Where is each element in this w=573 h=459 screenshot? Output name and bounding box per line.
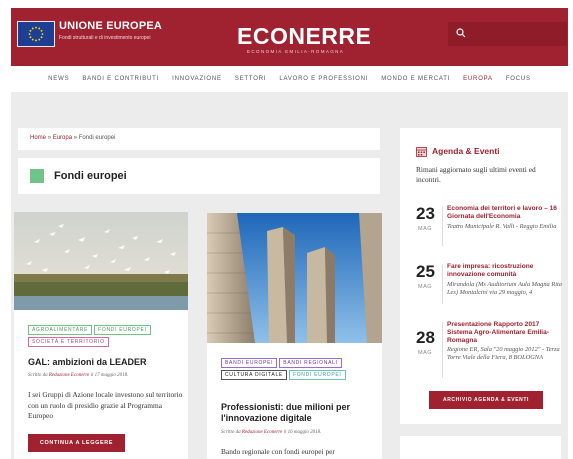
nav-item-innovazione[interactable]: INNOVAZIONE	[172, 76, 222, 82]
event-place: Mirandola (Ms Auditorium Aula Magna Rita…	[447, 281, 562, 296]
article-meta-prefix: Scritto da	[221, 430, 241, 435]
calendar-icon	[416, 147, 427, 157]
event-day: 23	[416, 204, 435, 223]
page-heading: Fondi europei	[18, 158, 380, 194]
article-author[interactable]: Redazione Econerre	[242, 430, 283, 435]
breadcrumb-separator: »	[73, 135, 78, 141]
event-title[interactable]: Fare impresa: ricostruzione innovazione …	[447, 263, 565, 279]
eu-flag-icon	[17, 21, 55, 47]
article-title[interactable]: GAL: ambizioni da LEADER	[28, 357, 178, 368]
search-icon[interactable]	[456, 28, 466, 38]
nav-item-mondo[interactable]: MONDO E MERCATI	[381, 76, 450, 82]
tag-link[interactable]: BANDI EUROPEI	[221, 358, 278, 368]
breadcrumb-current: Fondi europei	[78, 135, 116, 141]
event-title[interactable]: Presentazione Rapporto 2017 Sistema Agro…	[447, 321, 565, 345]
article-image[interactable]	[207, 213, 382, 343]
article-card: AGROALIMENTARE FONDI EUROPEI SOCIETÀ E T…	[14, 212, 188, 459]
article-author[interactable]: Redazione Econerre	[49, 373, 90, 378]
event-title[interactable]: Economia dei territori e lavoro – 16 Gio…	[447, 205, 565, 221]
event-divider	[442, 322, 443, 378]
agenda-title: Agenda & Eventi	[432, 146, 500, 156]
article-tags: AGROALIMENTARE FONDI EUROPEI SOCIETÀ E T…	[28, 325, 184, 347]
event-day: 28	[416, 328, 435, 347]
article-image[interactable]	[14, 212, 188, 310]
article-meta-prefix: Scritto da	[28, 373, 48, 378]
category-square-icon	[30, 169, 44, 183]
nav-item-news[interactable]: NEWS	[48, 76, 69, 82]
event-divider	[442, 206, 443, 246]
breadcrumb-separator: »	[47, 135, 52, 141]
eu-title: UNIONE EUROPEA	[59, 20, 163, 32]
page-title: Fondi europei	[54, 170, 127, 182]
event-month: MAG	[418, 350, 433, 356]
tag-link[interactable]: CULTURA DIGITALE	[221, 370, 287, 380]
nav-item-focus[interactable]: FOCUS	[506, 76, 531, 82]
search-input[interactable]	[448, 22, 567, 46]
eu-subtitle: Fondi strutturali e di investimento euro…	[59, 35, 151, 41]
event-item[interactable]: 28 MAG Presentazione Rapporto 2017 Siste…	[416, 320, 560, 380]
main-nav: NEWS BANDI E CONTRIBUTI INNOVAZIONE SETT…	[11, 66, 568, 92]
tag-link[interactable]: SOCIETÀ E TERRITORIO	[28, 337, 109, 347]
article-date: il 16 maggio 2018.	[283, 430, 322, 435]
event-place: Teatro Municipale R. Valli - Reggio Emil…	[447, 223, 557, 230]
site-header: UNIONE EUROPEA Fondi strutturali e di in…	[11, 8, 568, 66]
event-place: Regione ER, Sala "20 maggio 2012" - Terz…	[447, 346, 560, 361]
article-tags: BANDI EUROPEI BANDI REGIONALI CULTURA DI…	[221, 358, 371, 380]
agenda-intro: Rimani aggiornato sugli ultimi eventi ed…	[416, 165, 536, 184]
article-meta: Scritto da Redazione Econerre il 16 magg…	[221, 430, 381, 435]
event-month: MAG	[418, 226, 433, 232]
event-divider	[442, 264, 443, 304]
tag-link[interactable]: FONDI EUROPEI	[288, 370, 346, 380]
article-meta: Scritto da Redazione Econerre il 17 magg…	[28, 373, 188, 378]
nav-item-lavoro[interactable]: LAVORO E PROFESSIONI	[279, 76, 368, 82]
tag-link[interactable]: FONDI EUROPEI	[94, 325, 151, 335]
nav-item-settori[interactable]: SETTORI	[235, 76, 267, 82]
article-excerpt: I sei Gruppi di Azione locale investono …	[28, 390, 183, 420]
site-logo-subtitle: ECONOMIA EMILIA-ROMAGNA	[247, 49, 345, 54]
agenda-panel: Agenda & Eventi Rimani aggiornato sugli …	[400, 128, 562, 424]
event-day: 25	[416, 262, 435, 281]
nav-item-europa[interactable]: EUROPA	[463, 76, 493, 82]
event-month: MAG	[418, 284, 433, 290]
breadcrumb: Home » Europa » Fondi europei	[18, 128, 380, 150]
article-card: BANDI EUROPEI BANDI REGIONALI CULTURA DI…	[207, 213, 382, 459]
continue-reading-button[interactable]: CONTINUA A LEGGERE	[28, 434, 125, 452]
nav-item-bandi[interactable]: BANDI E CONTRIBUTI	[82, 76, 159, 82]
article-excerpt: Bando regionale con fondi europei per	[221, 447, 335, 456]
tag-link[interactable]: BANDI REGIONALI	[279, 358, 342, 368]
event-item[interactable]: 25 MAG Fare impresa: ricostruzione innov…	[416, 262, 562, 314]
agenda-archive-button[interactable]: ARCHIVIO AGENDA & EVENTI	[429, 391, 543, 409]
event-item[interactable]: 23 MAG Economia dei territori e lavoro –…	[416, 204, 557, 252]
breadcrumb-europa[interactable]: Europa	[53, 135, 72, 141]
site-logo[interactable]: ECONERRE	[237, 23, 371, 50]
article-date: il 17 maggio 2018.	[90, 373, 129, 378]
breadcrumb-home[interactable]: Home	[30, 135, 46, 141]
article-title[interactable]: Professionisti: due milioni per l'innova…	[221, 402, 376, 424]
sidebar-box	[400, 436, 561, 459]
tag-link[interactable]: AGROALIMENTARE	[28, 325, 93, 335]
